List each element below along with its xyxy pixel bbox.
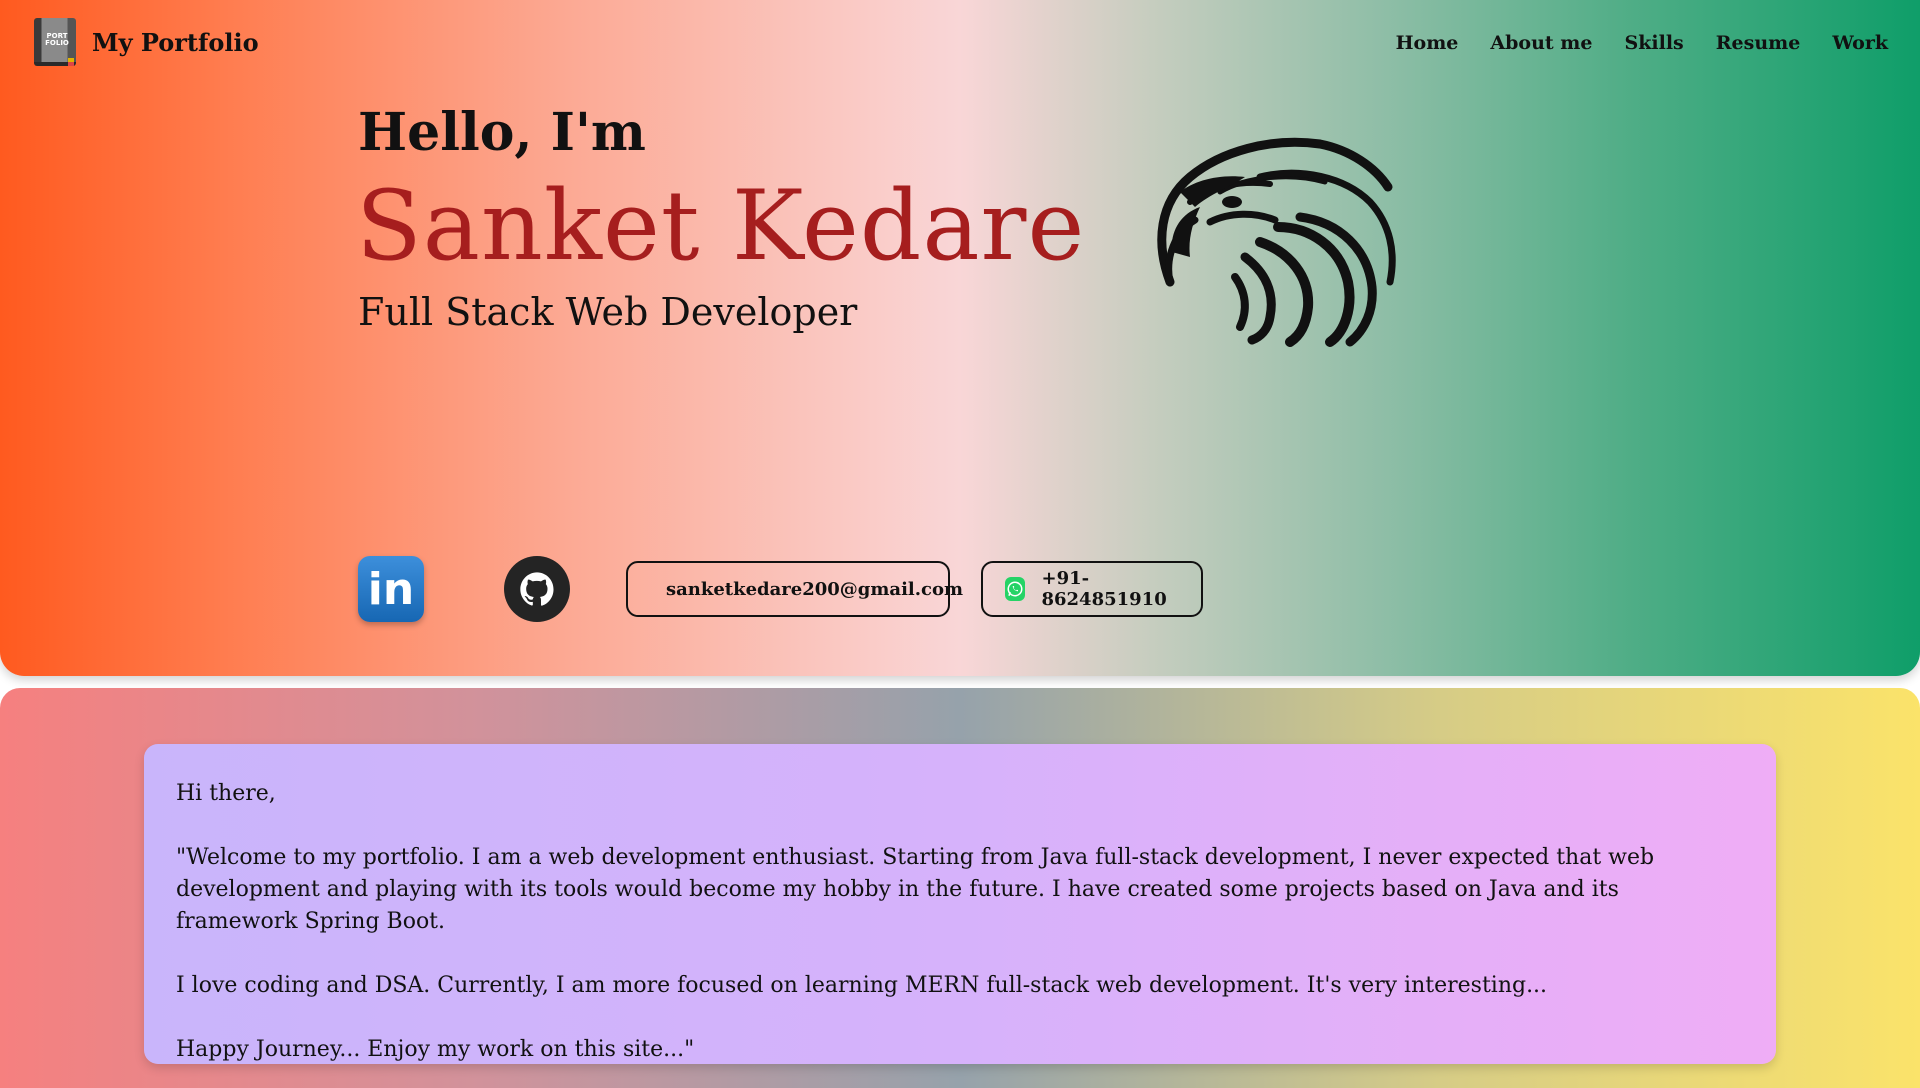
whatsapp-icon bbox=[1005, 577, 1026, 601]
portfolio-logo-icon: PORT FOLIO bbox=[34, 18, 76, 66]
about-paragraph-2: I love coding and DSA. Currently, I am m… bbox=[176, 973, 1548, 998]
linkedin-icon[interactable]: in bbox=[358, 556, 424, 622]
eagle-head-icon bbox=[1157, 137, 1396, 347]
hero-section: PORT FOLIO My Portfolio Home About me Sk… bbox=[0, 0, 1920, 676]
nav-skills[interactable]: Skills bbox=[1625, 32, 1684, 54]
linkedin-label: in bbox=[367, 563, 415, 615]
about-card: Hi there, "Welcome to my portfolio. I am… bbox=[144, 744, 1776, 1064]
about-paragraph-1: "Welcome to my portfolio. I am a web dev… bbox=[176, 845, 1655, 934]
brand[interactable]: PORT FOLIO My Portfolio bbox=[34, 18, 259, 66]
hero-greeting: Hello, I'm bbox=[358, 102, 646, 163]
main-nav: Home About me Skills Resume Work bbox=[1396, 32, 1888, 54]
hero-name: Sanket Kedare bbox=[356, 170, 1086, 282]
phone-button[interactable]: +91-8624851910 bbox=[981, 561, 1203, 617]
nav-work[interactable]: Work bbox=[1832, 32, 1888, 54]
phone-text: +91-8624851910 bbox=[1041, 568, 1167, 610]
about-paragraph-3: Happy Journey... Enjoy my work on this s… bbox=[176, 1037, 695, 1062]
github-icon[interactable] bbox=[504, 556, 570, 622]
about-greeting: Hi there, bbox=[176, 781, 276, 806]
brand-name: My Portfolio bbox=[92, 27, 259, 57]
github-octocat-icon bbox=[520, 572, 554, 606]
email-text: sanketkedare200@gmail.com bbox=[666, 578, 964, 600]
nav-home[interactable]: Home bbox=[1396, 32, 1459, 54]
nav-resume[interactable]: Resume bbox=[1716, 32, 1801, 54]
nav-about-me[interactable]: About me bbox=[1490, 32, 1592, 54]
email-button[interactable]: sanketkedare200@gmail.com bbox=[626, 561, 963, 617]
hero-role: Full Stack Web Developer bbox=[358, 290, 858, 334]
about-section: Hi there, "Welcome to my portfolio. I am… bbox=[0, 688, 1920, 1088]
logo-text: PORT FOLIO bbox=[45, 32, 69, 47]
